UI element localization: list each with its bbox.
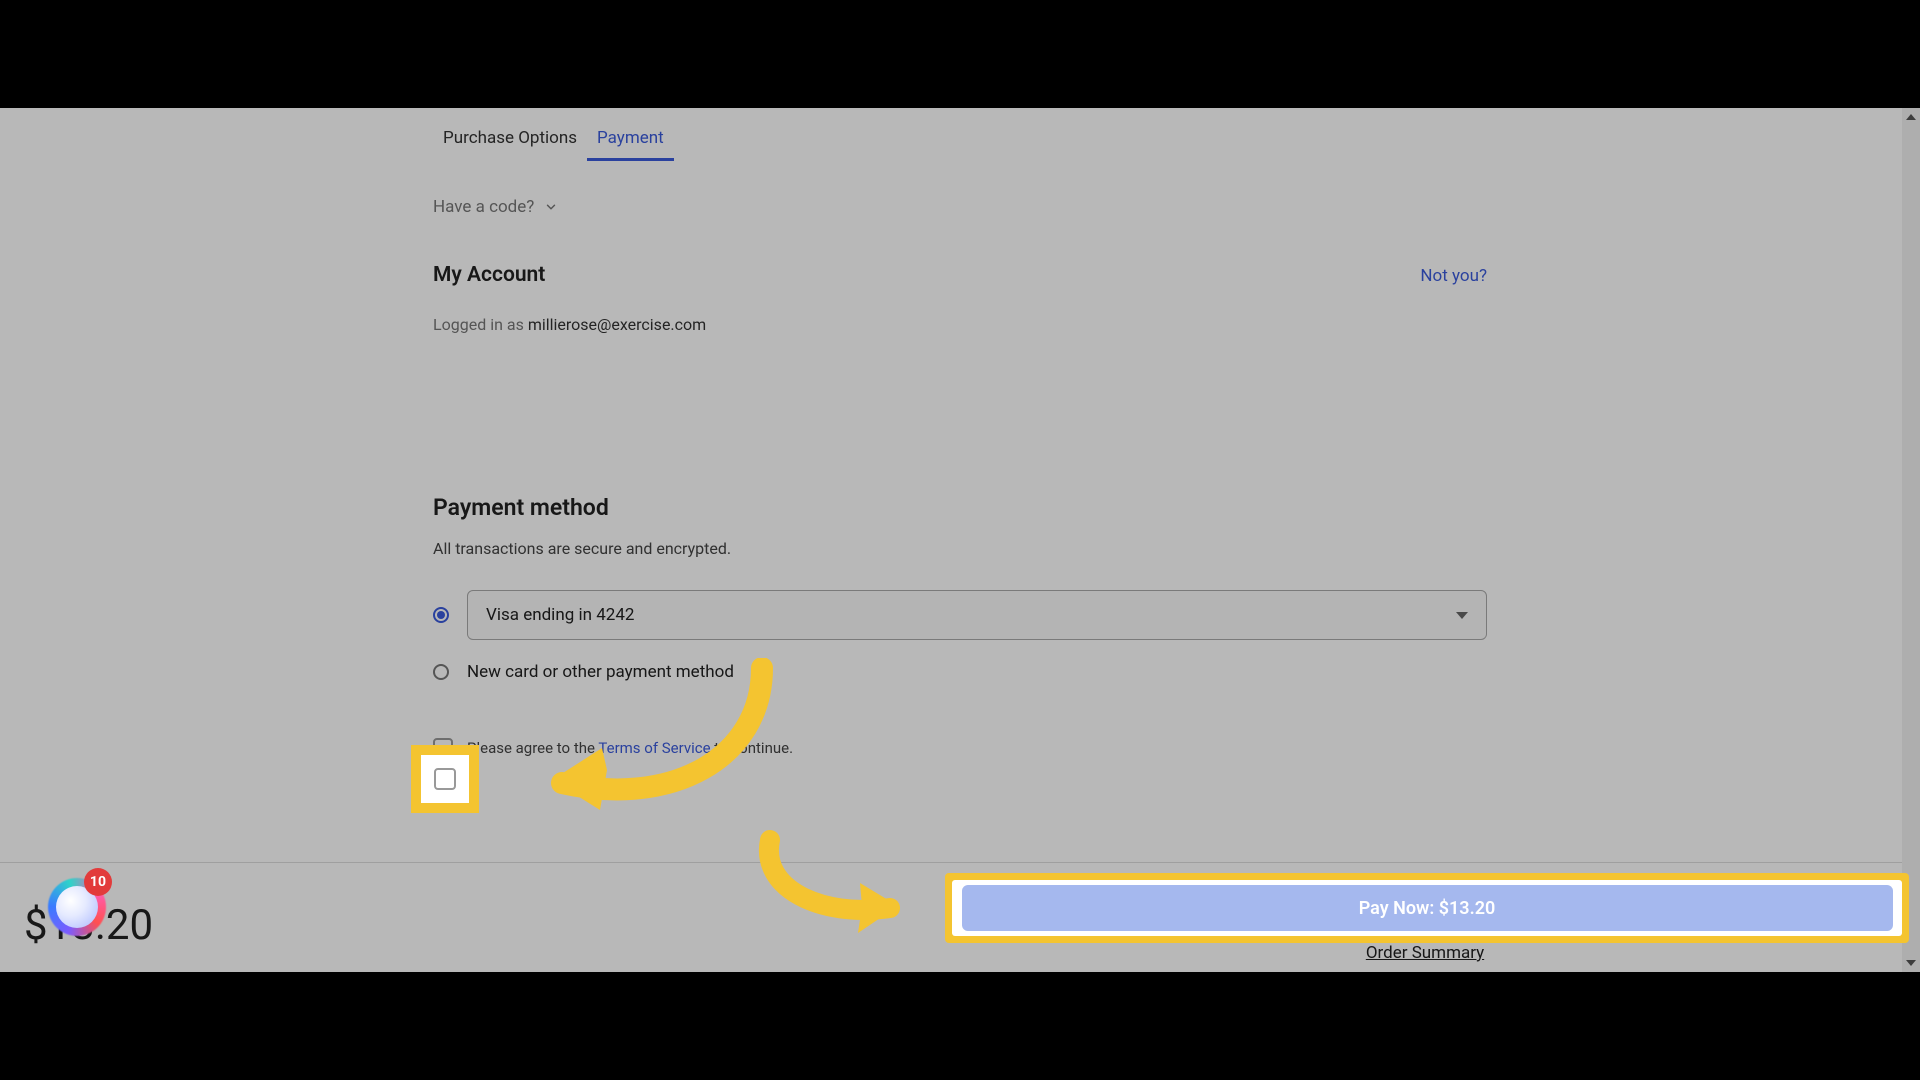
tos-checkbox[interactable] [433,738,453,758]
new-card-radio[interactable] [433,664,449,680]
chat-widget-badge: 10 [84,868,112,896]
payment-method-title: Payment method [433,494,1487,521]
letterbox-top [0,0,1920,108]
have-a-code-label: Have a code? [433,197,534,217]
main-column: Purchase Options Payment Have a code? My… [433,108,1487,882]
tos-suffix: to continue. [711,739,793,757]
logged-in-prefix: Logged in as [433,315,528,334]
tos-text: Please agree to the Terms of Service to … [467,739,793,757]
saved-card-select[interactable]: Visa ending in 4242 [467,590,1487,640]
pay-now-button[interactable]: Pay Now: $13.20 [960,883,1890,933]
order-summary-link[interactable]: Order Summary [960,943,1890,963]
my-account-title: My Account [433,263,545,287]
saved-card-row: Visa ending in 4242 [433,590,1487,640]
payment-method-note: All transactions are secure and encrypte… [433,539,1487,558]
not-you-link[interactable]: Not you? [1420,266,1487,286]
chat-widget[interactable]: 10 [40,870,110,940]
tab-bar: Purchase Options Payment [433,108,1487,161]
scroll-down-button[interactable] [1902,954,1920,972]
tos-row: Please agree to the Terms of Service to … [433,738,1487,758]
letterbox-bottom [0,972,1920,1080]
saved-card-radio[interactable] [433,607,449,623]
scrollbar[interactable] [1902,108,1920,972]
dropdown-caret-icon [1456,612,1468,619]
have-a-code-toggle[interactable]: Have a code? [433,197,1487,217]
logged-in-email: millierose@exercise.com [528,315,706,334]
page-content: Purchase Options Payment Have a code? My… [0,108,1920,972]
tab-purchase-options[interactable]: Purchase Options [433,126,587,161]
footer-bar: $13.20 Pay Now: $13.20 Order Summary [0,862,1920,972]
new-card-row: New card or other payment method [433,662,1487,682]
tos-link[interactable]: Terms of Service [598,739,710,757]
chevron-down-icon [544,200,558,214]
tos-prefix: Please agree to the [467,739,598,757]
tab-payment[interactable]: Payment [587,126,674,161]
saved-card-label: Visa ending in 4242 [486,605,634,625]
scroll-up-button[interactable] [1902,108,1920,126]
logged-in-text: Logged in as millierose@exercise.com [433,315,1487,334]
viewport: Purchase Options Payment Have a code? My… [0,108,1920,972]
new-card-label: New card or other payment method [467,662,734,682]
account-header-row: My Account Not you? [433,263,1487,287]
